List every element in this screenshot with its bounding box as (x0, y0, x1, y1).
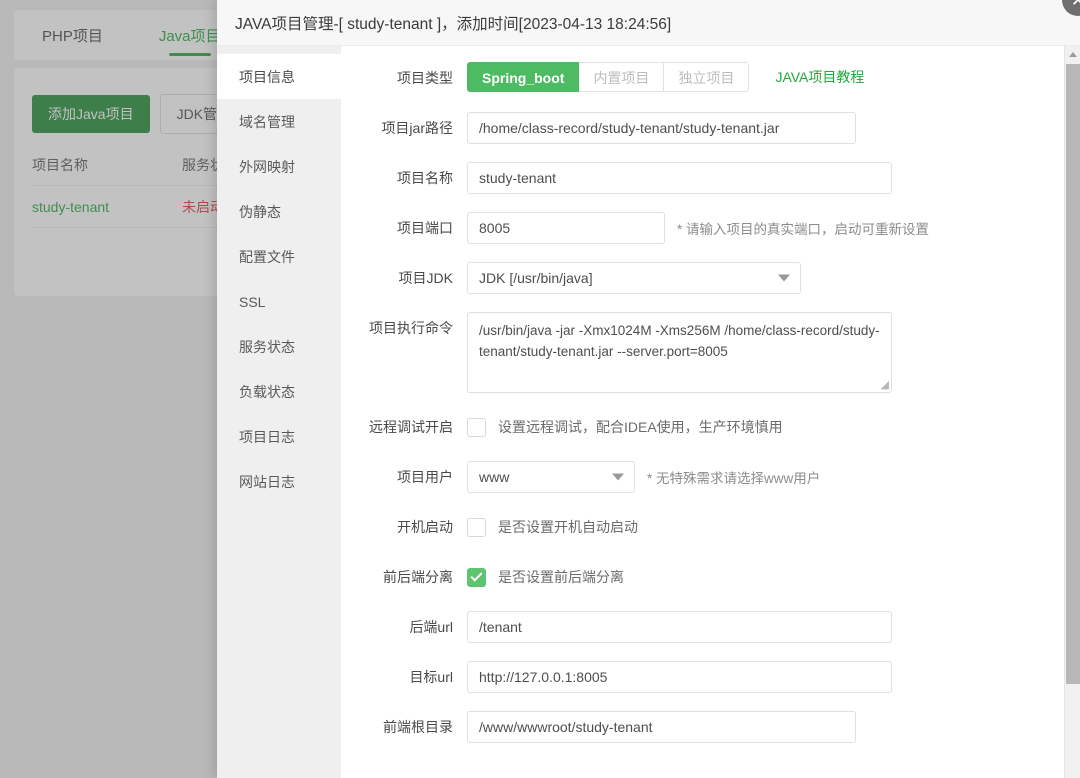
sidebar-item-label: 域名管理 (239, 113, 295, 130)
label-project-port: 项目端口 (397, 220, 453, 236)
label-project-type: 项目类型 (397, 70, 453, 86)
sidebar-item-config-file[interactable]: 配置文件 (217, 234, 341, 279)
sidebar-item-ssl[interactable]: SSL (217, 279, 341, 324)
label-project-user: 项目用户 (397, 469, 453, 485)
form-row-remote-debug: 远程调试开启 设置远程调试，配合IDEA使用，生产环境慎用 (341, 411, 1080, 443)
label-frontend-root: 前端根目录 (383, 719, 453, 735)
label-project-jdk: 项目JDK (398, 270, 453, 286)
boot-start-checkbox[interactable] (467, 517, 486, 537)
scrollbar-thumb[interactable] (1066, 64, 1080, 684)
java-tutorial-link[interactable]: JAVA项目教程 (775, 67, 864, 87)
backend-url-input[interactable]: /tenant (467, 611, 892, 643)
close-icon[interactable]: ✕ (1062, 0, 1080, 16)
chevron-down-icon (612, 473, 624, 481)
remote-debug-checkbox[interactable] (467, 417, 486, 437)
sidebar-item-domain[interactable]: 域名管理 (217, 99, 341, 144)
form-row-boot-start: 开机启动 是否设置开机自动启动 (341, 511, 1080, 543)
project-type-segmented-control: Spring_boot 内置项目 独立项目 (467, 62, 750, 92)
sidebar-item-project-info[interactable]: 项目信息 (217, 54, 341, 99)
sidebar-item-label: 服务状态 (239, 338, 295, 355)
sidebar-item-label: SSL (239, 293, 266, 310)
form-row-project-jdk: 项目JDK JDK [/usr/bin/java] (341, 262, 1080, 294)
sidebar-item-label: 项目信息 (239, 68, 295, 85)
scroll-up-arrow-icon[interactable] (1065, 46, 1080, 62)
sidebar-item-site-log[interactable]: 网站日志 (217, 459, 341, 504)
sidebar-item-rewrite[interactable]: 伪静态 (217, 189, 341, 234)
sidebar-item-service-status[interactable]: 服务状态 (217, 324, 341, 369)
sidebar-item-load-status[interactable]: 负载状态 (217, 369, 341, 414)
form-row-exec-command: 项目执行命令 /usr/bin/java -jar -Xmx1024M -Xms… (341, 312, 1080, 393)
form-row-backend-url: 后端url /tenant (341, 611, 1080, 643)
form-row-project-port: 项目端口 8005 * 请输入项目的真实端口，启动可重新设置 (341, 212, 1080, 244)
form-row-split-frontend-backend: 前后端分离 是否设置前后端分离 (341, 561, 1080, 593)
form-row-target-url: 目标url http://127.0.0.1:8005 (341, 661, 1080, 693)
project-port-hint: * 请输入项目的真实端口，启动可重新设置 (677, 222, 930, 237)
form-row-frontend-root: 前端根目录 /www/wwwroot/study-tenant (341, 711, 1080, 743)
label-exec-command: 项目执行命令 (369, 320, 453, 336)
form-row-project-name: 项目名称 study-tenant (341, 162, 1080, 194)
sidebar-item-project-log[interactable]: 项目日志 (217, 414, 341, 459)
project-info-form: 项目类型 Spring_boot 内置项目 独立项目 JAVA项目教程 项目ja… (341, 46, 1080, 778)
segment-builtin-project[interactable]: 内置项目 (579, 62, 665, 92)
modal-header: JAVA项目管理-[ study-tenant ]，添加时间[2023-04-1… (217, 0, 1080, 46)
sidebar-item-label: 配置文件 (239, 248, 295, 265)
split-frontend-backend-checkbox-label: 是否设置前后端分离 (498, 569, 624, 585)
sidebar-item-label: 负载状态 (239, 383, 295, 400)
sidebar-item-label: 伪静态 (239, 203, 281, 220)
boot-start-checkbox-label: 是否设置开机自动启动 (498, 519, 638, 535)
jar-path-input[interactable]: /home/class-record/study-tenant/study-te… (467, 112, 856, 144)
sidebar-item-label: 网站日志 (239, 473, 295, 490)
split-frontend-backend-checkbox[interactable] (467, 567, 486, 587)
modal-title: JAVA项目管理-[ study-tenant ]，添加时间[2023-04-1… (235, 15, 672, 33)
exec-command-value: /usr/bin/java -jar -Xmx1024M -Xms256M /h… (479, 323, 880, 359)
project-port-input[interactable]: 8005 (467, 212, 665, 244)
label-boot-start: 开机启动 (397, 519, 453, 535)
form-row-project-user: 项目用户 www * 无特殊需求请选择www用户 (341, 461, 1080, 493)
java-project-modal: JAVA项目管理-[ study-tenant ]，添加时间[2023-04-1… (217, 0, 1080, 778)
resize-handle-icon[interactable]: ◢ (877, 379, 889, 391)
exec-command-textarea[interactable]: /usr/bin/java -jar -Xmx1024M -Xms256M /h… (467, 312, 892, 393)
label-split-frontend-backend: 前后端分离 (383, 569, 453, 585)
sidebar-item-label: 项目日志 (239, 428, 295, 445)
project-user-select[interactable]: www (467, 461, 635, 493)
form-row-jar-path: 项目jar路径 /home/class-record/study-tenant/… (341, 112, 1080, 144)
modal-body: 项目信息 域名管理 外网映射 伪静态 配置文件 SSL 服务状态 负载状态 项目… (217, 46, 1080, 778)
sidebar-item-external-mapping[interactable]: 外网映射 (217, 144, 341, 189)
chevron-down-icon (778, 274, 790, 282)
target-url-input[interactable]: http://127.0.0.1:8005 (467, 661, 892, 693)
modal-sidebar: 项目信息 域名管理 外网映射 伪静态 配置文件 SSL 服务状态 负载状态 项目… (217, 46, 341, 778)
segment-standalone-project[interactable]: 独立项目 (664, 62, 750, 92)
label-remote-debug: 远程调试开启 (369, 419, 453, 435)
segment-spring-boot[interactable]: Spring_boot (467, 62, 580, 92)
label-backend-url: 后端url (409, 619, 453, 635)
check-icon (470, 569, 483, 582)
project-jdk-select[interactable]: JDK [/usr/bin/java] (467, 262, 801, 294)
remote-debug-checkbox-label: 设置远程调试，配合IDEA使用，生产环境慎用 (498, 419, 783, 435)
form-row-project-type: 项目类型 Spring_boot 内置项目 独立项目 JAVA项目教程 (341, 62, 1080, 94)
label-jar-path: 项目jar路径 (381, 120, 453, 136)
project-name-input[interactable]: study-tenant (467, 162, 892, 194)
project-jdk-value: JDK [/usr/bin/java] (479, 270, 593, 286)
label-target-url: 目标url (409, 669, 453, 685)
label-project-name: 项目名称 (397, 170, 453, 186)
modal-scrollbar[interactable] (1064, 46, 1080, 778)
project-user-value: www (479, 469, 510, 485)
frontend-root-input[interactable]: /www/wwwroot/study-tenant (467, 711, 856, 743)
project-user-hint: * 无特殊需求请选择www用户 (647, 471, 821, 486)
sidebar-item-label: 外网映射 (239, 158, 295, 175)
